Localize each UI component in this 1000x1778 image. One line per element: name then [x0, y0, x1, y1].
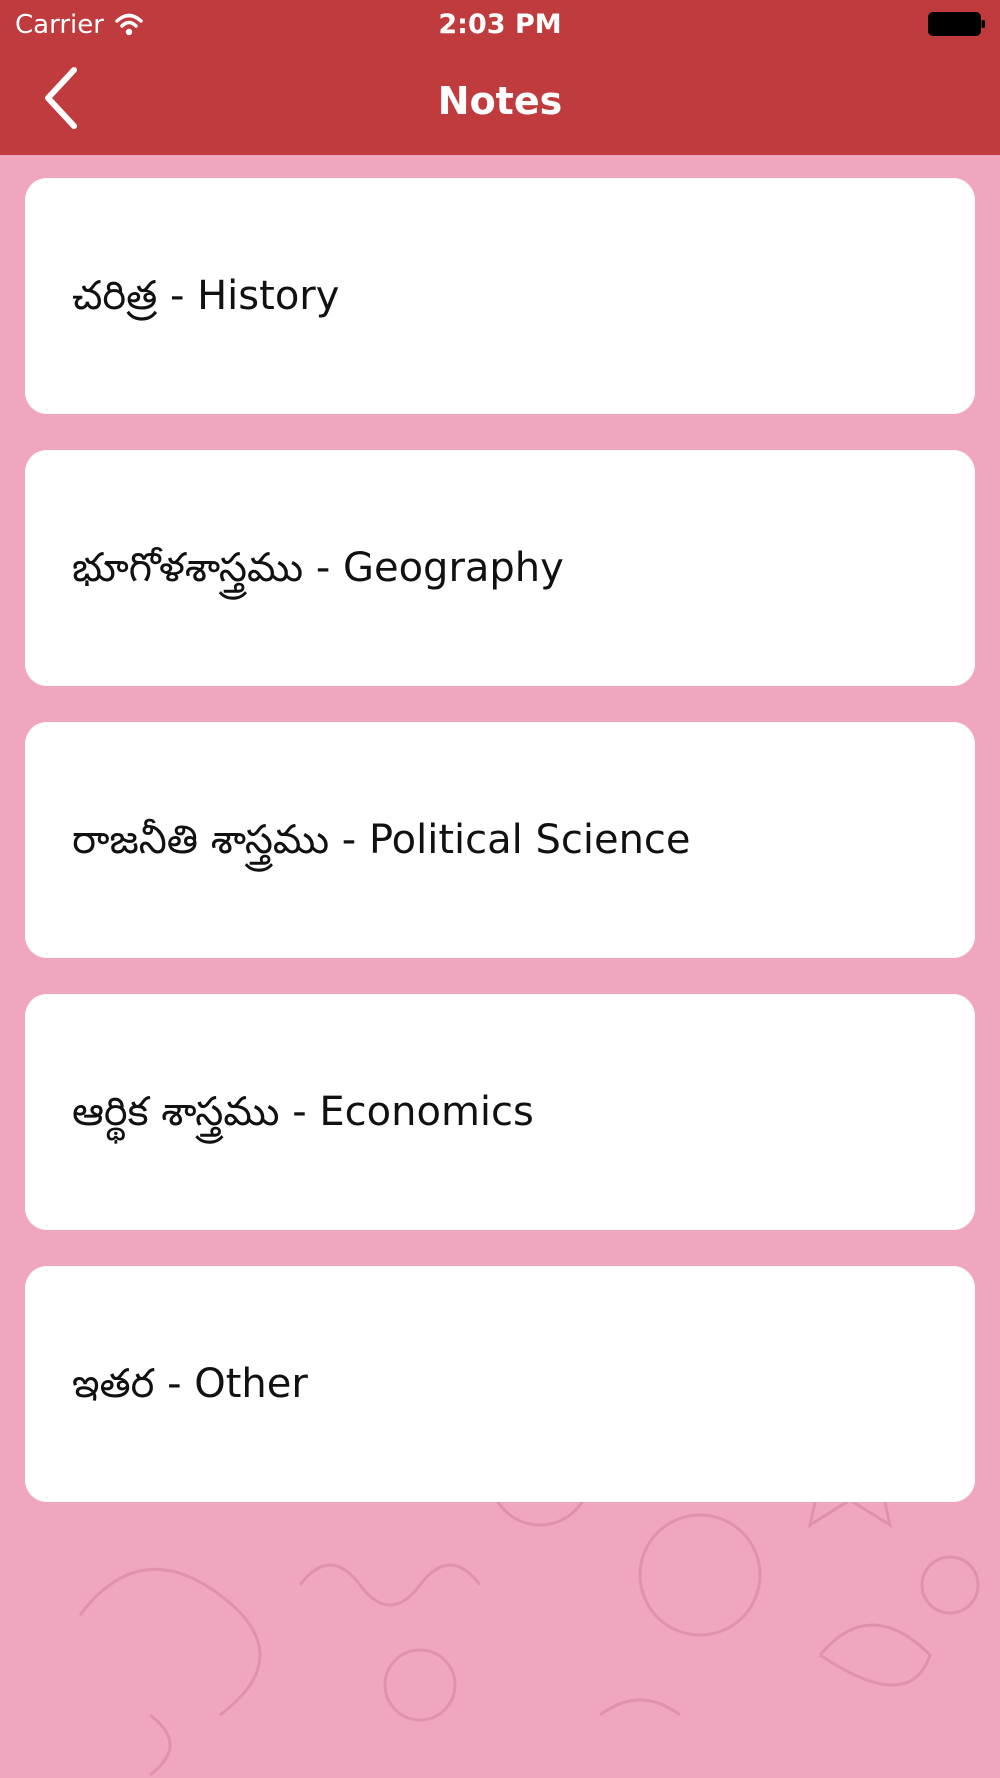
notes-list: చరిత్ర - History భూగోళశాస్త్రము - Geogra… — [25, 178, 975, 1538]
notes-item-label: భూగోళశాస్త్రము - Geography — [72, 545, 564, 591]
status-bar: Carrier 2:03 PM — [0, 0, 1000, 50]
notes-item-political-science[interactable]: రాజనీతి శాస్త్రము - Political Science — [25, 722, 975, 958]
notes-item-economics[interactable]: ఆర్థిక శాస్త్రము - Economics — [25, 994, 975, 1230]
notes-item-label: చరిత్ర - History — [72, 273, 340, 319]
notes-item-history[interactable]: చరిత్ర - History — [25, 178, 975, 414]
page-title: Notes — [437, 79, 563, 123]
notes-item-label: ఆర్థిక శాస్త్రము - Economics — [72, 1089, 534, 1135]
nav-content: Notes — [0, 50, 1000, 155]
status-time: 2:03 PM — [438, 9, 562, 40]
notes-item-geography[interactable]: భూగోళశాస్త్రము - Geography — [25, 450, 975, 686]
app-screen: Carrier 2:03 PM Notes చరిత్ర - History భ… — [0, 0, 1000, 1778]
navigation-bar: Carrier 2:03 PM Notes — [0, 0, 1000, 155]
notes-item-label: ఇతర - Other — [72, 1361, 308, 1407]
notes-item-other[interactable]: ఇతర - Other — [25, 1266, 975, 1502]
notes-item-label: రాజనీతి శాస్త్రము - Political Science — [72, 817, 691, 863]
battery-icon — [928, 12, 986, 36]
